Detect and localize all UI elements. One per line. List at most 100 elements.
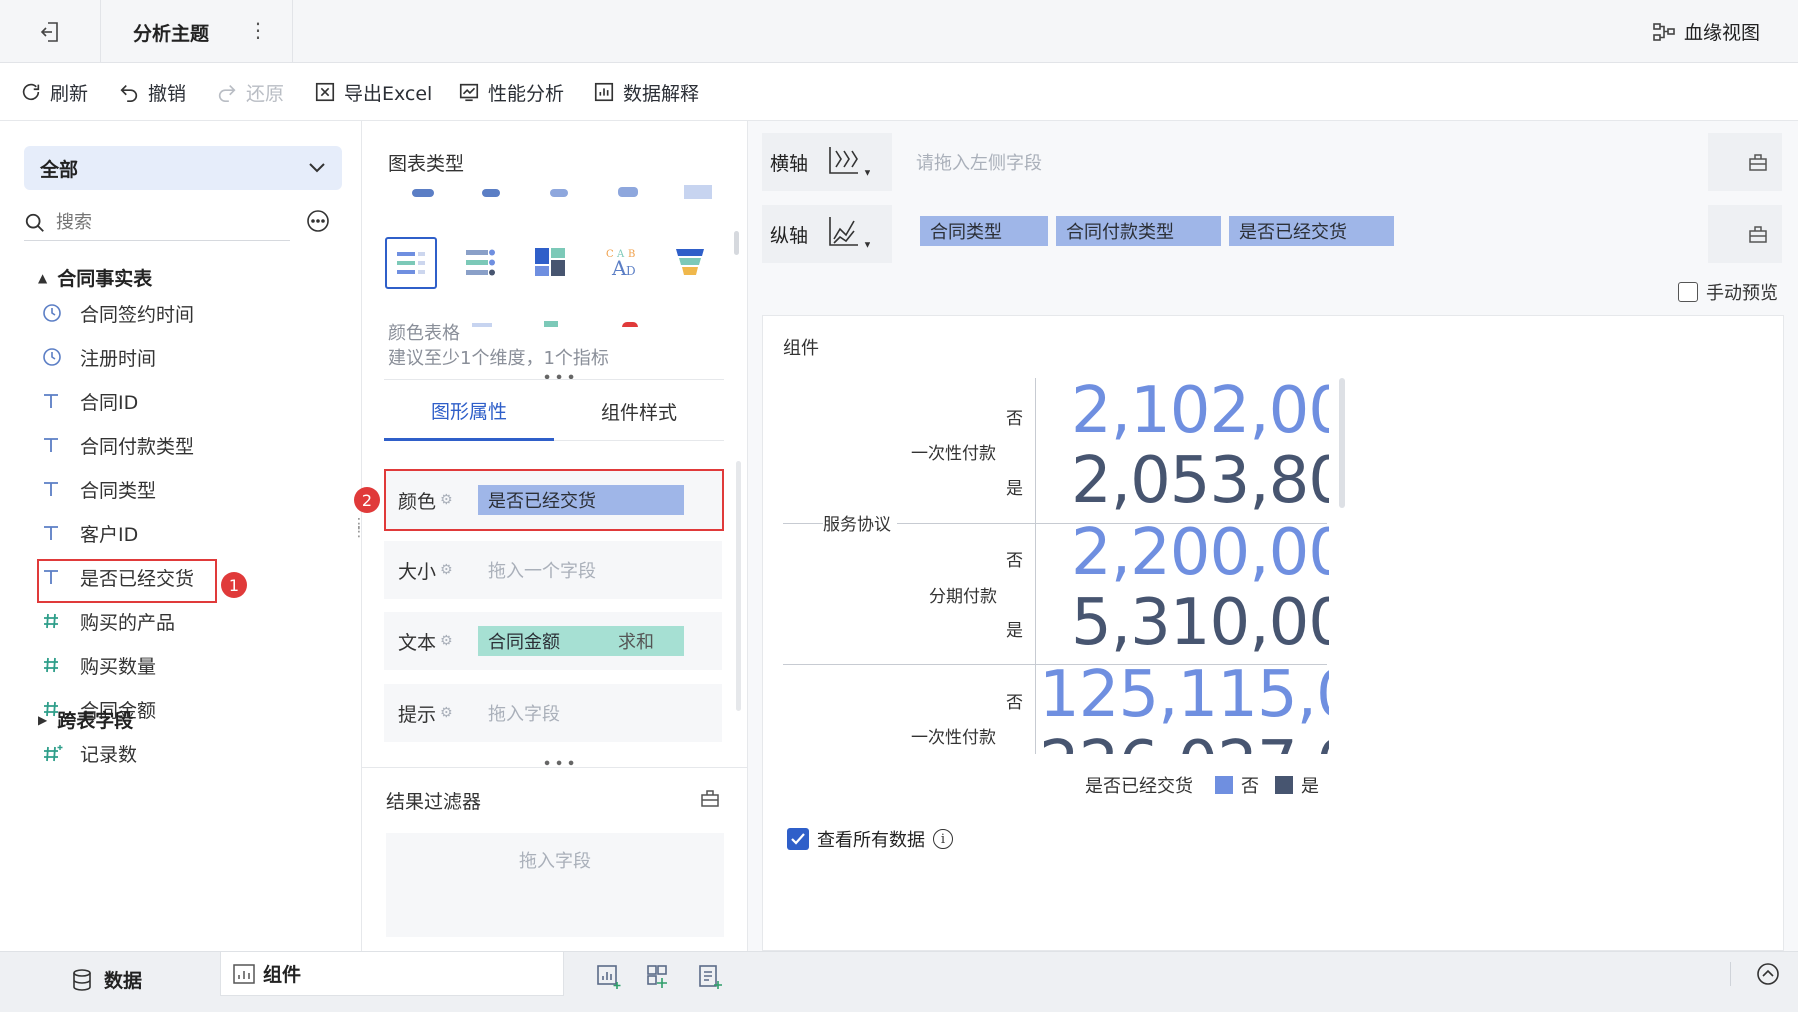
dot-list-chart-thumb[interactable] [464, 247, 496, 277]
chart-type-scrollbar[interactable] [734, 231, 739, 255]
tab-data[interactable]: 数据 [72, 966, 142, 993]
tab-component-style[interactable]: 组件样式 [554, 383, 724, 441]
view-all-data-toggle[interactable]: 查看所有数据 i [787, 826, 953, 852]
y-axis-settings-icon[interactable] [1748, 224, 1768, 244]
data-explain-label: 数据解释 [623, 82, 700, 105]
chart-thumb[interactable] [684, 185, 712, 199]
undo-icon [118, 81, 140, 103]
redo-button[interactable]: 还原 [216, 77, 284, 107]
field-item[interactable]: 合同ID [42, 384, 138, 418]
table-node[interactable]: ▲ 合同事实表 [38, 264, 152, 291]
filter-drop-zone[interactable]: 拖入字段 [386, 833, 724, 937]
tab-graphic-label: 图形属性 [430, 401, 507, 423]
tab-data-label: 数据 [104, 970, 143, 992]
info-icon[interactable]: i [933, 829, 953, 849]
chart-thumb[interactable] [550, 189, 568, 197]
chart-thumb[interactable] [618, 187, 638, 197]
refresh-icon [20, 81, 42, 103]
treemap-chart-thumb[interactable] [534, 247, 566, 277]
exit-icon[interactable] [38, 20, 62, 44]
table-cell-delivered: 是 [1006, 621, 1023, 641]
filter-placeholder: 拖入字段 [519, 851, 591, 872]
tab-graphic-properties[interactable]: 图形属性 [384, 383, 554, 441]
y-axis-type-icon[interactable] [828, 215, 870, 249]
text-field-name: 合同金额 [488, 632, 560, 653]
size-drop-placeholder[interactable]: 拖入一个字段 [478, 555, 606, 585]
color-table-chart-thumb[interactable] [385, 237, 437, 289]
scope-select[interactable]: 全部 [24, 146, 342, 190]
tab-component[interactable]: 组件 [220, 952, 564, 996]
chart-thumb[interactable] [412, 189, 434, 197]
x-axis-settings-icon[interactable] [1748, 152, 1768, 172]
y-axis-shelf: 纵轴 合同类型 合同付款类型 是否已经交货 [762, 205, 1782, 263]
field-item[interactable]: 合同签约时间 [42, 296, 194, 330]
gear-icon[interactable]: ⚙ [440, 705, 453, 721]
drag-handle-icon[interactable]: ∙∙∙ [542, 753, 578, 772]
table-cell-delivered: 是 [1006, 479, 1023, 499]
legend-swatch-yes [1275, 776, 1293, 794]
word-cloud-chart-thumb[interactable]: CABAD [604, 245, 638, 277]
table-value-no: 125,115,000 [1039, 658, 1329, 732]
funnel-chart-thumb[interactable] [674, 247, 706, 277]
cross-table-node[interactable]: ▶ 跨表字段 [38, 706, 133, 733]
chart-thumb[interactable] [472, 323, 492, 327]
tip-label-text: 提示 [398, 703, 437, 726]
tooltip-drop-placeholder[interactable]: 拖入字段 [478, 698, 570, 728]
performance-analysis-button[interactable]: 性能分析 [458, 77, 564, 107]
x-axis-type-icon[interactable] [828, 145, 870, 177]
property-scrollbar[interactable] [736, 461, 741, 711]
y-axis-field-pill[interactable]: 是否已经交货 [1229, 216, 1394, 246]
scope-select-value: 全部 [40, 158, 79, 181]
chart-thumb[interactable] [544, 321, 558, 327]
chart-scrollbar[interactable] [1339, 378, 1345, 508]
field-item[interactable]: 记录数 [42, 736, 137, 770]
manual-preview-checkbox[interactable] [1678, 282, 1698, 302]
gear-icon[interactable]: ⚙ [440, 633, 453, 649]
more-vertical-icon[interactable]: ⋮ [248, 18, 268, 42]
gear-icon[interactable]: ⚙ [440, 562, 453, 578]
size-property-row[interactable]: 大小 ⚙ 拖入一个字段 [384, 541, 722, 599]
field-item[interactable]: 合同类型 [42, 472, 156, 506]
field-item[interactable]: 购买的产品 [42, 604, 175, 638]
field-item[interactable]: 注册时间 [42, 340, 156, 374]
undo-button[interactable]: 撤销 [118, 77, 186, 107]
add-component-icon[interactable] [596, 964, 622, 990]
add-dashboard-icon[interactable] [646, 964, 672, 990]
search-box[interactable] [24, 205, 290, 241]
color-table-chart: 服务协议 一次性付款 分期付款 一次性付款 否 是 否 是 否 2,102,00… [783, 378, 1329, 754]
number-star-icon [42, 743, 66, 763]
y-axis-field-pill[interactable]: 合同付款类型 [1056, 216, 1221, 246]
x-axis-drop-zone[interactable]: 请拖入左侧字段 [892, 133, 1708, 191]
view-all-label: 查看所有数据 [817, 830, 925, 851]
tooltip-property-row[interactable]: 提示 ⚙ 拖入字段 [384, 684, 722, 742]
y-axis-field-pill[interactable]: 合同类型 [920, 216, 1048, 246]
add-report-icon[interactable] [698, 964, 724, 990]
divider [292, 0, 293, 63]
x-axis-shelf: 横轴 请拖入左侧字段 [762, 133, 1782, 191]
text-field-aggregation[interactable]: 求和 [618, 628, 654, 654]
view-all-checkbox[interactable] [787, 828, 809, 850]
lineage-view-button[interactable]: 血缘视图 [1652, 18, 1760, 45]
component-title: 组件 [783, 338, 819, 359]
clock-icon [42, 347, 66, 367]
text-field-pill[interactable]: 合同金额 求和 [478, 626, 684, 656]
chart-thumb[interactable] [622, 322, 638, 327]
field-item[interactable]: 购买数量 [42, 648, 156, 682]
refresh-button[interactable]: 刷新 [20, 77, 88, 107]
more-options-icon[interactable] [306, 209, 330, 233]
search-input[interactable] [56, 212, 256, 233]
export-excel-button[interactable]: 导出Excel [314, 77, 432, 107]
field-item[interactable]: 合同付款类型 [42, 428, 194, 462]
chart-thumb-row-top [382, 183, 712, 203]
field-item[interactable]: 客户ID [42, 516, 138, 550]
table-value-no: 2,200,000 [1071, 516, 1329, 590]
filter-settings-icon[interactable] [700, 788, 720, 808]
chart-thumb[interactable] [482, 189, 500, 197]
data-explain-button[interactable]: 数据解释 [593, 77, 699, 107]
divider [1730, 962, 1731, 986]
collapse-up-icon[interactable] [1756, 962, 1780, 986]
text-property-row[interactable]: 文本 ⚙ 合同金额 求和 [384, 612, 722, 670]
manual-preview-toggle[interactable]: 手动预览 [1678, 279, 1778, 305]
field-item-label: 购买数量 [80, 655, 157, 678]
legend-label-no: 否 [1241, 776, 1259, 797]
